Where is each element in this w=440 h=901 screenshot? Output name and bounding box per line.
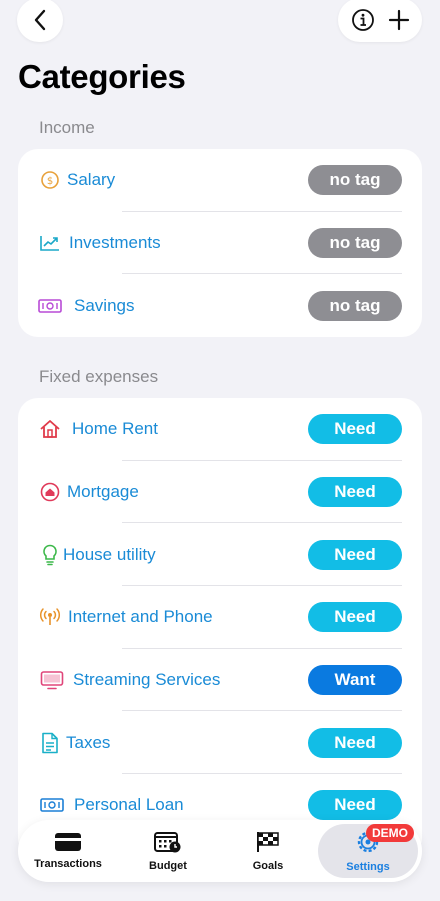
antenna-icon bbox=[38, 605, 62, 629]
category-label: Streaming Services bbox=[73, 670, 221, 690]
tag-button[interactable]: Need bbox=[308, 602, 402, 633]
category-row-salary[interactable]: $ Salary no tag bbox=[18, 149, 422, 212]
category-row-taxes[interactable]: Taxes Need bbox=[18, 711, 422, 775]
tab-transactions[interactable]: Transactions bbox=[18, 820, 118, 882]
tab-bar: Transactions Budget Goals Settings DEMO bbox=[18, 820, 422, 882]
tab-label: Goals bbox=[252, 860, 284, 872]
chevron-left-icon bbox=[34, 9, 46, 31]
section-title-fixed-expenses: Fixed expenses bbox=[39, 367, 159, 386]
category-label: House utility bbox=[63, 544, 156, 564]
category-label: Salary bbox=[67, 170, 116, 190]
plus-icon bbox=[388, 9, 409, 31]
tag-button[interactable]: Need bbox=[308, 477, 402, 508]
fixed-expenses-card: Home Rent Need Mortgage Need House utili… bbox=[18, 398, 422, 858]
category-label: Home Rent bbox=[72, 419, 158, 439]
info-icon bbox=[351, 9, 374, 31]
category-label: Personal Loan bbox=[74, 795, 184, 815]
dollar-coin-icon: $ bbox=[38, 168, 62, 192]
tab-settings[interactable]: Settings DEMO bbox=[318, 824, 418, 878]
info-button[interactable] bbox=[351, 8, 375, 32]
checkered-flag-icon bbox=[257, 832, 279, 852]
tag-button[interactable]: Need bbox=[308, 539, 402, 570]
income-card: $ Salary no tag Investments no tag Savin… bbox=[18, 149, 422, 337]
document-icon bbox=[38, 731, 62, 755]
category-label: Internet and Phone bbox=[68, 607, 213, 627]
banknote-icon bbox=[40, 793, 64, 817]
page-title: Categories bbox=[18, 58, 186, 95]
tag-button[interactable]: no tag bbox=[308, 228, 402, 259]
chart-trend-icon bbox=[38, 231, 62, 255]
category-row-house-utility[interactable]: House utility Need bbox=[18, 523, 422, 587]
banknote-icon bbox=[38, 294, 62, 318]
back-button[interactable] bbox=[17, 0, 63, 42]
section-title-income: Income bbox=[39, 118, 95, 137]
calendar-clock-icon bbox=[154, 832, 181, 853]
category-row-streaming-services[interactable]: Streaming Services Want bbox=[18, 649, 422, 712]
category-label: Investments bbox=[69, 233, 161, 253]
tag-button[interactable]: Need bbox=[308, 790, 402, 821]
tab-label: Transactions bbox=[34, 858, 102, 870]
top-actions bbox=[338, 0, 422, 42]
demo-badge: DEMO bbox=[366, 824, 414, 842]
category-label: Mortgage bbox=[67, 482, 139, 502]
category-row-mortgage[interactable]: Mortgage Need bbox=[18, 461, 422, 524]
house-circle-icon bbox=[38, 480, 62, 504]
category-label: Taxes bbox=[66, 732, 111, 752]
category-row-home-rent[interactable]: Home Rent Need bbox=[18, 398, 422, 461]
tag-button[interactable]: no tag bbox=[308, 165, 402, 196]
add-button[interactable] bbox=[388, 9, 410, 31]
tab-label: Settings bbox=[346, 861, 390, 873]
tv-icon bbox=[40, 668, 64, 692]
credit-card-icon bbox=[55, 833, 81, 851]
category-label: Savings bbox=[74, 295, 135, 315]
category-row-savings[interactable]: Savings no tag bbox=[18, 274, 422, 337]
tab-budget[interactable]: Budget bbox=[118, 820, 218, 882]
category-row-internet-and-phone[interactable]: Internet and Phone Need bbox=[18, 586, 422, 649]
tab-label: Budget bbox=[149, 860, 187, 872]
tag-button[interactable]: Need bbox=[308, 414, 402, 445]
tag-button[interactable]: Need bbox=[308, 727, 402, 758]
category-row-investments[interactable]: Investments no tag bbox=[18, 212, 422, 275]
tag-button[interactable]: Want bbox=[308, 665, 402, 696]
house-icon bbox=[38, 417, 62, 441]
lightbulb-icon bbox=[38, 543, 62, 567]
svg-text:$: $ bbox=[47, 176, 53, 187]
tab-goals[interactable]: Goals bbox=[218, 820, 318, 882]
tag-button[interactable]: no tag bbox=[308, 290, 402, 321]
